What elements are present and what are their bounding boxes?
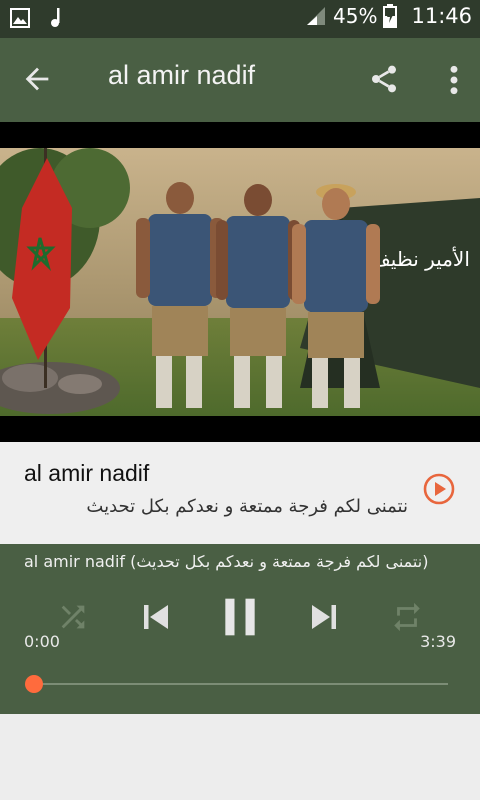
status-left bbox=[10, 7, 64, 29]
music-note-icon bbox=[51, 8, 60, 27]
elapsed-time: 0:00 bbox=[24, 632, 60, 651]
repeat-icon[interactable] bbox=[390, 600, 424, 634]
empty-bottom-area bbox=[0, 714, 480, 800]
now-playing-text: al amir nadif (نتمنى لكم فرجة ممتعة و نع… bbox=[24, 552, 429, 571]
status-right: 45% 11:46 bbox=[305, 4, 472, 28]
video-thumbnail: الأمير نظيف bbox=[0, 148, 480, 416]
shuffle-icon[interactable] bbox=[56, 600, 90, 634]
song-subtitle: نتمنى لكم فرجة ممتعة و نعدكم بكل تحديث bbox=[86, 496, 408, 517]
signal-icon bbox=[307, 7, 326, 25]
play-circle-icon[interactable] bbox=[422, 472, 456, 506]
pause-icon[interactable] bbox=[218, 594, 262, 640]
image-icon bbox=[10, 8, 30, 28]
back-arrow-icon[interactable] bbox=[20, 62, 54, 96]
video-overlay-text: الأمير نظيف bbox=[370, 247, 470, 271]
clock: 11:46 bbox=[411, 4, 472, 28]
app-bar: al amir nadif bbox=[0, 38, 480, 122]
next-icon[interactable] bbox=[306, 598, 342, 636]
song-info-card[interactable]: al amir nadif نتمنى لكم فرجة ممتعة و نعد… bbox=[0, 442, 480, 544]
page-title: al amir nadif bbox=[108, 60, 256, 90]
seek-thumb[interactable] bbox=[25, 675, 43, 693]
battery-icon bbox=[383, 4, 398, 28]
player-panel: al amir nadif (نتمنى لكم فرجة ممتعة و نع… bbox=[0, 544, 480, 714]
total-time: 3:39 bbox=[420, 632, 456, 651]
battery-percent: 45% bbox=[333, 4, 378, 28]
previous-icon[interactable] bbox=[138, 598, 174, 636]
song-title: al amir nadif bbox=[24, 460, 150, 486]
share-icon[interactable] bbox=[368, 62, 400, 96]
video-area[interactable]: الأمير نظيف bbox=[0, 122, 480, 442]
status-bar: 45% 11:46 bbox=[0, 0, 480, 38]
seek-bar[interactable] bbox=[34, 683, 448, 685]
more-vert-icon[interactable] bbox=[448, 64, 460, 96]
